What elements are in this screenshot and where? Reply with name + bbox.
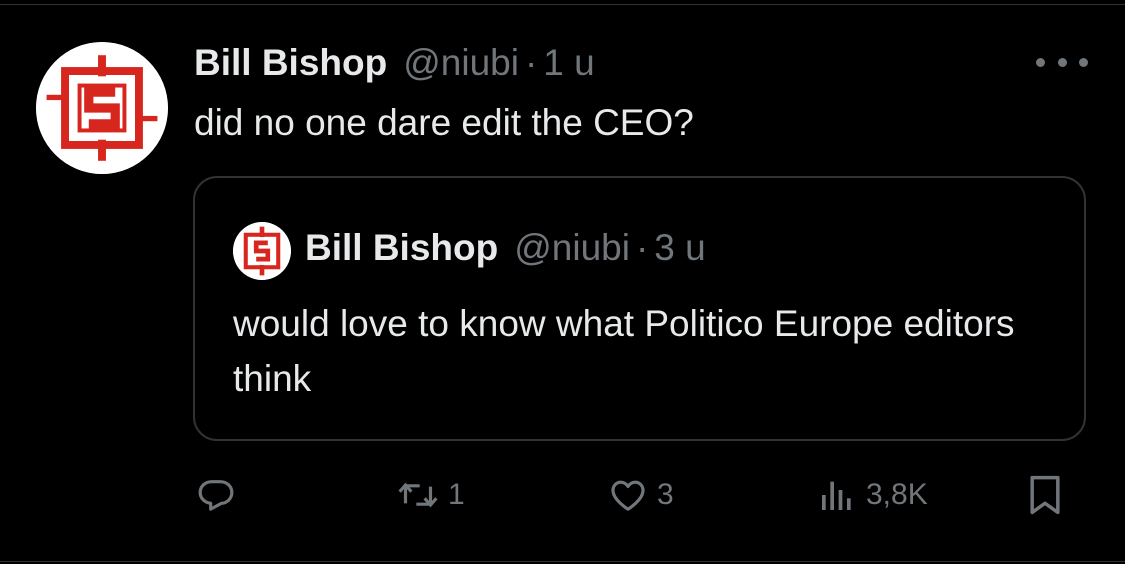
tweet-text: did no one dare edit the CEO?: [194, 102, 694, 143]
reply-button[interactable]: [196, 470, 244, 520]
bookmark-button[interactable]: [1026, 470, 1064, 520]
quoted-tweet-header: Bill Bishop @niubi · 3 u: [305, 223, 706, 273]
more-dot: [1036, 57, 1045, 67]
separator-dot: ·: [635, 227, 649, 268]
views-icon: [822, 481, 851, 510]
quoted-author-handle: @niubi: [514, 227, 630, 268]
avatar-logo-icon: [36, 42, 168, 174]
like-button[interactable]: 3: [607, 470, 674, 520]
tweet-timestamp[interactable]: 1 u: [543, 38, 594, 88]
views-button[interactable]: 3,8K: [816, 470, 928, 520]
action-bar: 1 3 3,8K: [0, 470, 1125, 520]
quoted-tweet-card[interactable]: Bill Bishop @niubi · 3 u would love to k…: [193, 176, 1086, 441]
retweet-count: 1: [448, 478, 465, 511]
retweet-icon: [398, 482, 438, 508]
quoted-author-avatar: [233, 222, 291, 280]
more-icon[interactable]: [1036, 50, 1088, 74]
author-handle[interactable]: @niubi: [403, 38, 519, 88]
bookmark-icon: [1030, 475, 1060, 515]
views-count: 3,8K: [866, 478, 928, 511]
reply-icon: [198, 480, 234, 511]
quoted-tweet-timestamp: 3 u: [654, 227, 706, 268]
quoted-tweet-text: would love to know what Politico Europe …: [233, 303, 1015, 399]
author-name[interactable]: Bill Bishop: [194, 38, 387, 88]
bottom-divider: [0, 561, 1125, 562]
like-count: 3: [657, 478, 674, 511]
more-dot: [1079, 57, 1088, 67]
top-divider: [0, 4, 1125, 5]
avatar-logo-icon: [233, 222, 291, 280]
author-avatar[interactable]: [36, 42, 168, 174]
tweet-header: Bill Bishop @niubi · 1 u: [194, 38, 595, 88]
retweet-button[interactable]: 1: [396, 470, 465, 520]
separator-dot: ·: [524, 42, 538, 83]
quoted-author-name: Bill Bishop: [305, 227, 499, 268]
like-icon: [611, 480, 645, 511]
more-dot: [1057, 57, 1067, 67]
